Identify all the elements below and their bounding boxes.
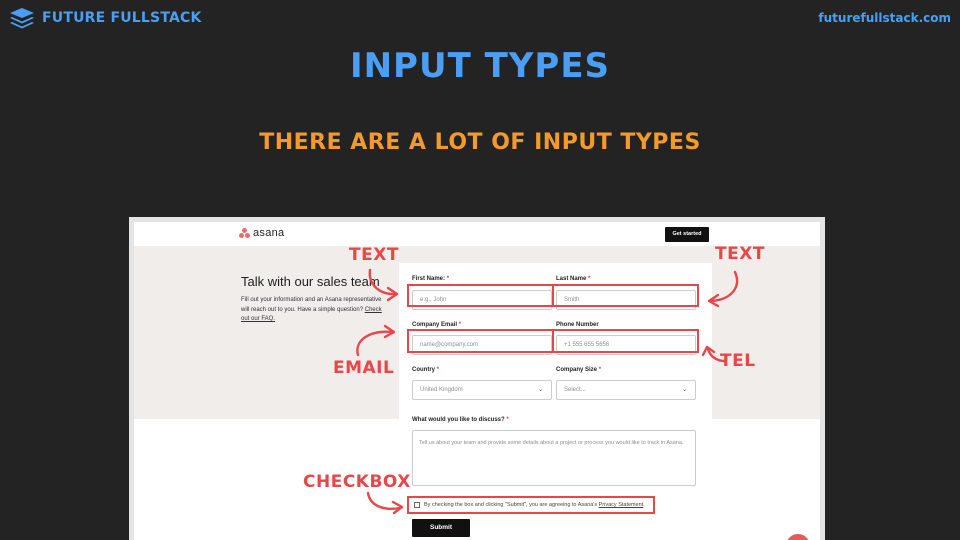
last-name-highlight xyxy=(552,284,699,307)
last-name-label: Last Name * xyxy=(556,276,591,282)
chevron-down-icon: ⌄ xyxy=(537,387,543,393)
first-name-label: First Name: * xyxy=(412,276,450,282)
asana-logo[interactable]: asana xyxy=(239,227,284,239)
country-value: United Kingdom xyxy=(420,387,463,393)
checkbox-highlight xyxy=(407,496,655,514)
country-select[interactable]: United Kingdom ⌄ xyxy=(412,380,552,400)
discuss-textarea[interactable]: Tell us about your team and provide some… xyxy=(412,430,696,486)
company-size-value: Select... xyxy=(564,387,586,393)
get-started-button[interactable]: Get started xyxy=(665,227,709,242)
hero-title: Talk with our sales team xyxy=(241,274,380,289)
company-size-select[interactable]: Select... ⌄ xyxy=(556,380,696,400)
email-highlight xyxy=(407,329,554,353)
site-url[interactable]: futurefullstack.com xyxy=(818,11,951,25)
annotation-text-left: TEXT xyxy=(349,245,399,265)
hero-description: Fill out your information and an Asana r… xyxy=(241,297,382,322)
brand-name: FUTURE FULLSTACK xyxy=(42,10,202,26)
asana-navbar: asana Get started xyxy=(134,222,820,246)
annotation-email: EMAIL xyxy=(333,358,395,378)
layers-stack-icon xyxy=(10,8,34,29)
annotation-text-right: TEXT xyxy=(715,244,765,264)
screenshot-page: asana Get started Talk with our sales te… xyxy=(134,222,820,540)
country-label: Country * xyxy=(412,367,440,373)
first-name-highlight xyxy=(407,284,554,307)
phone-highlight xyxy=(552,329,699,353)
chevron-down-icon: ⌄ xyxy=(681,387,687,393)
company-size-label: Company Size * xyxy=(556,367,602,373)
asana-wordmark: asana xyxy=(253,227,285,239)
asana-logo-icon xyxy=(239,228,250,238)
discuss-label: What would you like to discuss? * xyxy=(412,417,509,423)
phone-number-label: Phone Number xyxy=(556,322,599,328)
company-email-label: Company Email * xyxy=(412,322,462,328)
submit-button[interactable]: Submit xyxy=(412,519,470,537)
brand: FUTURE FULLSTACK xyxy=(8,6,202,30)
annotation-tel: TEL xyxy=(720,351,756,371)
annotation-checkbox: CHECKBOX xyxy=(303,472,411,492)
slide-subtitle: THERE ARE A LOT OF INPUT TYPES xyxy=(259,130,701,155)
slide-title: INPUT TYPES xyxy=(349,46,611,86)
form-screenshot: asana Get started Talk with our sales te… xyxy=(129,217,825,540)
